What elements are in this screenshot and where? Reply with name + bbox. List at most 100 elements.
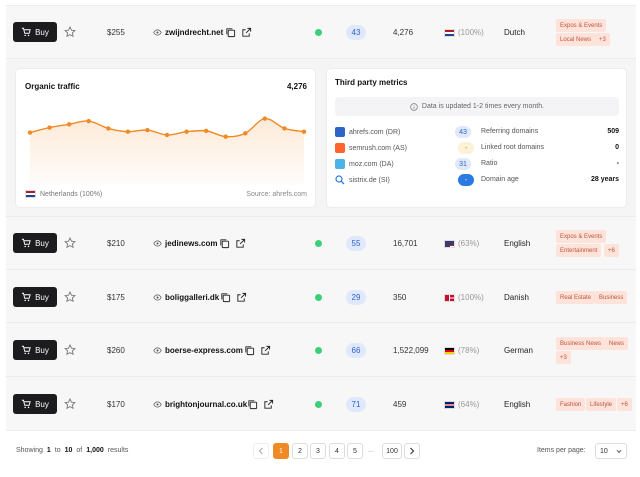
traffic-value: 16,701 — [393, 239, 418, 248]
category-tag: Entertainment — [556, 244, 602, 257]
pagination-bar: Showing 1 to 10 of 1,000 results 1 2 3 4… — [6, 430, 636, 471]
chart-area — [30, 118, 304, 185]
page-button-5[interactable]: 5 — [347, 443, 363, 459]
country-percent: (78%) — [458, 346, 480, 355]
results-label: results — [107, 447, 129, 454]
star-icon[interactable] — [64, 237, 76, 249]
chart-point — [301, 129, 307, 134]
status-dot — [315, 294, 322, 301]
external-link-icon[interactable] — [236, 292, 247, 303]
chart-point — [164, 132, 170, 138]
items-per-page-label: Items per page: — [537, 447, 586, 454]
page-button-4[interactable]: 4 — [329, 443, 345, 459]
traffic-value: 350 — [393, 293, 407, 302]
country-percent: (63%) — [458, 239, 480, 248]
buy-button[interactable]: Buy — [13, 233, 57, 253]
country-percent: (64%) — [458, 400, 480, 409]
stat-label: Ratio — [481, 160, 498, 167]
star-icon[interactable] — [64, 398, 76, 410]
copy-icon[interactable] — [219, 238, 230, 249]
country-share: (63%) — [444, 239, 479, 248]
third-party-card: Third party metrics Data is updated 1-2 … — [326, 68, 627, 208]
page-button-2[interactable]: 2 — [292, 443, 308, 459]
domain-link[interactable]: jedinews.com — [153, 239, 217, 248]
domain-link[interactable]: boerse-express.com — [153, 346, 243, 355]
dr-badge: 66 — [346, 343, 366, 358]
copy-icon[interactable] — [225, 27, 236, 38]
more-tags-badge[interactable]: +6 — [604, 244, 619, 257]
more-tags-badge[interactable]: +3 — [556, 351, 571, 364]
stat-label: Referring domains — [481, 128, 539, 135]
buy-label: Buy — [35, 27, 49, 37]
page-button-1[interactable]: 1 — [273, 443, 289, 459]
showing-label: Showing — [16, 447, 43, 454]
external-link-icon[interactable] — [235, 238, 246, 249]
buy-label: Buy — [35, 292, 49, 302]
domain-name: zwijndrecht.net — [165, 28, 224, 37]
star-icon[interactable] — [64, 26, 76, 38]
price: $210 — [107, 239, 125, 248]
items-per-page-value: 10 — [600, 447, 608, 455]
chevron-left-icon — [258, 447, 263, 455]
price: $175 — [107, 293, 125, 302]
table-row: Buy $260 boerse-express.com 66 1,522,099… — [6, 322, 636, 376]
germany-flag-icon — [444, 346, 455, 355]
range-from: 1 — [46, 447, 51, 454]
category-tag: Business — [595, 291, 628, 304]
stat-label: Domain age — [481, 176, 519, 183]
page-button-3[interactable]: 3 — [310, 443, 326, 459]
chart-country: Netherlands (100%) — [25, 190, 102, 198]
sistrix-badge: - — [458, 174, 474, 186]
chart-point — [203, 128, 209, 134]
range-to: 10 — [64, 447, 73, 454]
stat-value: - — [616, 160, 619, 167]
table-row: Buy $175 boliggalleri.dk 29 350 (100%) D… — [6, 269, 636, 322]
price: $170 — [107, 400, 125, 409]
prev-page-button[interactable] — [253, 443, 269, 459]
traffic-value: 4,276 — [393, 28, 414, 37]
category-tag: Expos & Events — [556, 19, 607, 32]
page-button-last[interactable]: 100 — [382, 443, 402, 459]
external-link-icon[interactable] — [260, 345, 271, 356]
domain-link[interactable]: boliggalleri.dk — [153, 293, 219, 302]
external-link-icon[interactable] — [241, 27, 252, 38]
status-dot — [315, 347, 322, 354]
copy-icon[interactable] — [244, 345, 255, 356]
copy-icon[interactable] — [220, 292, 231, 303]
dr-badge: 43 — [346, 25, 366, 40]
details-panel: Organic traffic 4,276 Netherlands (100%)… — [6, 58, 636, 216]
dr-badge: 71 — [346, 397, 366, 412]
results-summary: Showing 1 to 10 of 1,000 results — [16, 447, 128, 454]
more-tags-badge[interactable]: +6 — [617, 398, 632, 411]
buy-button[interactable]: Buy — [13, 287, 57, 307]
eye-icon — [153, 347, 162, 354]
copy-icon[interactable] — [247, 399, 258, 410]
domain-name: jedinews.com — [165, 239, 218, 248]
domain-name: boerse-express.com — [165, 346, 243, 355]
star-icon[interactable] — [64, 291, 76, 303]
table-row: Buy $210 jedinews.com 55 16,701 (63%) En… — [6, 216, 636, 269]
metric-name: ahrefs.com (DR) — [349, 128, 401, 136]
next-page-button[interactable] — [404, 443, 420, 459]
traffic-value: 459 — [393, 400, 407, 409]
buy-button[interactable]: Buy — [13, 394, 57, 414]
chart-country-label: Netherlands (100%) — [40, 190, 103, 198]
items-per-page-select[interactable]: 10 — [595, 443, 627, 459]
stat-value: 509 — [607, 128, 619, 135]
external-link-icon[interactable] — [263, 399, 274, 410]
chevron-down-icon — [616, 449, 622, 453]
star-icon[interactable] — [64, 344, 76, 356]
domain-link[interactable]: zwijndrecht.net — [153, 28, 223, 37]
info-icon — [410, 102, 418, 111]
chart-source: Source: ahrefs.com — [246, 191, 307, 198]
buy-button[interactable]: Buy — [13, 22, 57, 42]
more-tags-badge[interactable]: +3 — [595, 33, 610, 46]
ahrefs-metric: ahrefs.com (DR) — [335, 127, 400, 137]
eye-icon — [153, 240, 162, 247]
cart-icon — [21, 292, 31, 302]
domain-name: boliggalleri.dk — [165, 293, 220, 302]
status-dot — [315, 240, 322, 247]
domain-link[interactable]: brightonjournal.co.uk — [153, 400, 247, 409]
cart-icon — [21, 27, 31, 37]
buy-button[interactable]: Buy — [13, 340, 57, 360]
